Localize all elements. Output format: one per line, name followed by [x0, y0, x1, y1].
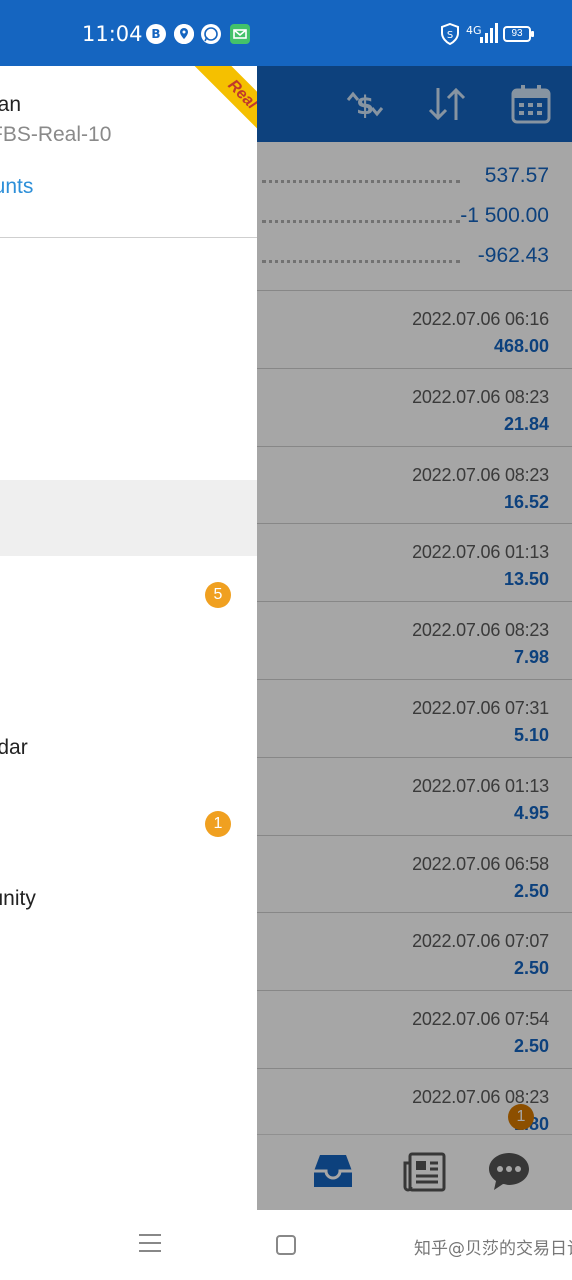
- location-icon: [174, 24, 194, 44]
- unread-badge: 1: [205, 811, 231, 837]
- signal-icon: [480, 23, 498, 47]
- drawer-item-label: munity: [0, 887, 36, 910]
- real-ribbon: Real: [177, 66, 257, 146]
- drawer-item[interactable]: [0, 250, 257, 326]
- navigation-drawer: nan FBS-Real-10 ounts Real 5 endar 1 mun…: [0, 66, 257, 1210]
- ribbon-label: Real: [193, 66, 257, 144]
- status-time: 11:04: [82, 22, 143, 46]
- drawer-item[interactable]: [0, 632, 257, 708]
- drawer-item-label: endar: [0, 736, 28, 759]
- watermark: 知乎@贝莎的交易日记: [414, 1239, 572, 1259]
- message-icon: [230, 24, 250, 44]
- drawer-item-calendar[interactable]: endar: [0, 708, 257, 784]
- drawer-item-selected[interactable]: [0, 480, 257, 556]
- system-nav-bar: 知乎@贝莎的交易日记: [0, 1210, 572, 1280]
- b-icon: B: [146, 24, 166, 44]
- battery-icon: 93: [503, 26, 534, 42]
- account-name: nan: [0, 93, 22, 116]
- drawer-item-community[interactable]: munity: [0, 862, 257, 938]
- whatsapp-icon: [201, 24, 221, 44]
- drawer-item[interactable]: 5: [0, 556, 257, 632]
- account-header[interactable]: nan FBS-Real-10 ounts Real: [0, 66, 257, 238]
- account-server: FBS-Real-10: [0, 123, 112, 146]
- svg-text:S: S: [447, 30, 453, 41]
- recents-button[interactable]: [139, 1234, 161, 1258]
- shield-icon: S: [440, 22, 460, 49]
- unread-badge: 5: [205, 582, 231, 608]
- drawer-item[interactable]: 1: [0, 784, 257, 860]
- screen: 11:04 B S 4G 93 $ 537.57 -1 500.00 -962.…: [0, 0, 572, 1280]
- drawer-item[interactable]: [0, 326, 257, 402]
- status-bar: 11:04 B S 4G 93: [0, 0, 572, 66]
- manage-accounts-link[interactable]: ounts: [0, 175, 33, 199]
- home-button[interactable]: [276, 1235, 296, 1255]
